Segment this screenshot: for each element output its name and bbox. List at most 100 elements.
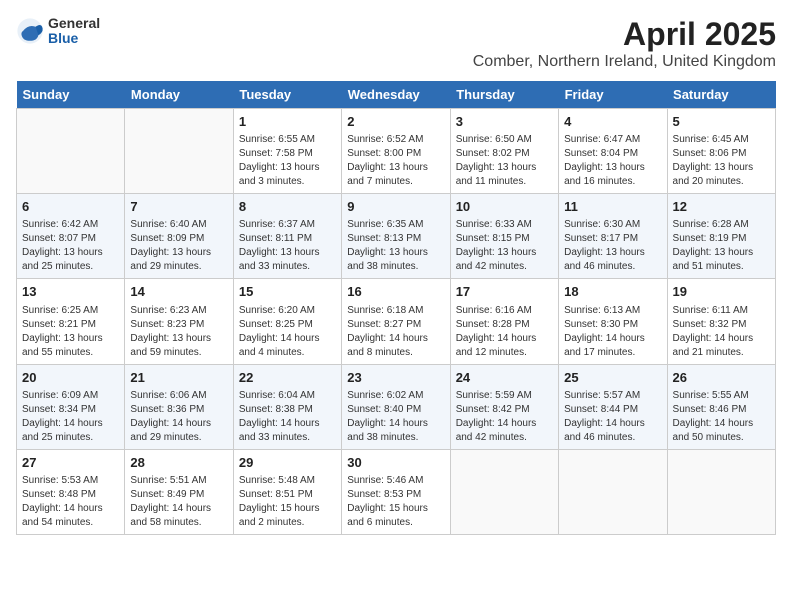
day-number: 24 xyxy=(456,369,553,387)
calendar-cell: 3 Sunrise: 6:50 AMSunset: 8:02 PMDaylight… xyxy=(450,109,558,194)
calendar-cell xyxy=(17,109,125,194)
logo: General Blue xyxy=(16,16,100,47)
calendar-body: 1 Sunrise: 6:55 AMSunset: 7:58 PMDaylight… xyxy=(17,109,776,535)
calendar-cell: 5Sunrise: 6:45 AMSunset: 8:06 PMDaylight… xyxy=(667,109,775,194)
calendar-cell: 11Sunrise: 6:30 AMSunset: 8:17 PMDayligh… xyxy=(559,194,667,279)
day-info: Sunrise: 6:35 AMSunset: 8:13 PMDaylight:… xyxy=(347,218,444,274)
calendar-header: SundayMondayTuesdayWednesdayThursdayFrid… xyxy=(17,81,776,109)
day-info: Sunrise: 6:02 AMSunset: 8:40 PMDaylight:… xyxy=(347,389,444,445)
header-cell-thursday: Thursday xyxy=(450,81,558,109)
day-number: 23 xyxy=(347,369,444,387)
calendar-cell: 10Sunrise: 6:33 AMSunset: 8:15 PMDayligh… xyxy=(450,194,558,279)
day-number: 26 xyxy=(673,369,770,387)
day-number: 3 xyxy=(456,113,553,131)
calendar-cell xyxy=(125,109,233,194)
day-number: 18 xyxy=(564,283,661,301)
calendar-cell: 6 Sunrise: 6:42 AMSunset: 8:07 PMDaylight… xyxy=(17,194,125,279)
page-header: General Blue April 2025 Comber, Northern… xyxy=(16,16,776,71)
calendar-cell: 12Sunrise: 6:28 AMSunset: 8:19 PMDayligh… xyxy=(667,194,775,279)
day-info: Sunrise: 6:33 AMSunset: 8:15 PMDaylight:… xyxy=(456,218,553,274)
day-number: 5 xyxy=(673,113,770,131)
calendar-cell xyxy=(559,449,667,534)
calendar-cell: 23 Sunrise: 6:02 AMSunset: 8:40 PMDayligh… xyxy=(342,364,450,449)
day-info: Sunrise: 6:16 AMSunset: 8:28 PMDaylight:… xyxy=(456,304,553,360)
day-info: Sunrise: 6:37 AMSunset: 8:11 PMDaylight:… xyxy=(239,218,336,274)
day-number: 19 xyxy=(673,283,770,301)
day-number: 29 xyxy=(239,454,336,472)
calendar-cell: 17 Sunrise: 6:16 AMSunset: 8:28 PMDayligh… xyxy=(450,279,558,364)
day-number: 20 xyxy=(22,369,119,387)
calendar-cell: 22 Sunrise: 6:04 AMSunset: 8:38 PMDayligh… xyxy=(233,364,341,449)
calendar-cell: 27Sunrise: 5:53 AMSunset: 8:48 PMDayligh… xyxy=(17,449,125,534)
logo-icon xyxy=(16,17,44,45)
day-info: Sunrise: 6:30 AMSunset: 8:17 PMDaylight:… xyxy=(564,218,661,274)
day-number: 27 xyxy=(22,454,119,472)
calendar-cell: 28Sunrise: 5:51 AMSunset: 8:49 PMDayligh… xyxy=(125,449,233,534)
day-number: 13 xyxy=(22,283,119,301)
day-number: 22 xyxy=(239,369,336,387)
day-info: Sunrise: 6:18 AMSunset: 8:27 PMDaylight:… xyxy=(347,304,444,360)
logo-blue-text: Blue xyxy=(48,31,100,46)
day-info: Sunrise: 6:11 AMSunset: 8:32 PMDaylight:… xyxy=(673,304,770,360)
calendar-cell: 30 Sunrise: 5:46 AMSunset: 8:53 PMDayligh… xyxy=(342,449,450,534)
day-number: 9 xyxy=(347,198,444,216)
day-info: Sunrise: 6:13 AMSunset: 8:30 PMDaylight:… xyxy=(564,304,661,360)
calendar-cell: 15Sunrise: 6:20 AMSunset: 8:25 PMDayligh… xyxy=(233,279,341,364)
day-number: 8 xyxy=(239,198,336,216)
page-subtitle: Comber, Northern Ireland, United Kingdom xyxy=(473,53,776,71)
day-info: Sunrise: 5:57 AMSunset: 8:44 PMDaylight:… xyxy=(564,389,661,445)
day-info: Sunrise: 5:46 AMSunset: 8:53 PMDaylight:… xyxy=(347,474,444,530)
logo-text: General Blue xyxy=(48,16,100,47)
calendar-cell: 7 Sunrise: 6:40 AMSunset: 8:09 PMDaylight… xyxy=(125,194,233,279)
page-title: April 2025 xyxy=(473,16,776,53)
header-cell-monday: Monday xyxy=(125,81,233,109)
day-info: Sunrise: 6:40 AMSunset: 8:09 PMDaylight:… xyxy=(130,218,227,274)
day-number: 28 xyxy=(130,454,227,472)
day-number: 25 xyxy=(564,369,661,387)
calendar-cell: 24 Sunrise: 5:59 AMSunset: 8:42 PMDayligh… xyxy=(450,364,558,449)
day-info: Sunrise: 6:25 AMSunset: 8:21 PMDaylight:… xyxy=(22,304,119,360)
day-info: Sunrise: 6:28 AMSunset: 8:19 PMDaylight:… xyxy=(673,218,770,274)
day-info: Sunrise: 6:09 AMSunset: 8:34 PMDaylight:… xyxy=(22,389,119,445)
day-number: 2 xyxy=(347,113,444,131)
calendar-cell: 1 Sunrise: 6:55 AMSunset: 7:58 PMDaylight… xyxy=(233,109,341,194)
day-info: Sunrise: 5:48 AMSunset: 8:51 PMDaylight:… xyxy=(239,474,336,530)
day-info: Sunrise: 6:52 AMSunset: 8:00 PMDaylight:… xyxy=(347,133,444,189)
day-number: 30 xyxy=(347,454,444,472)
day-info: Sunrise: 6:04 AMSunset: 8:38 PMDaylight:… xyxy=(239,389,336,445)
day-number: 16 xyxy=(347,283,444,301)
day-number: 15 xyxy=(239,283,336,301)
day-number: 14 xyxy=(130,283,227,301)
calendar-week-3: 13 Sunrise: 6:25 AMSunset: 8:21 PMDayligh… xyxy=(17,279,776,364)
day-number: 1 xyxy=(239,113,336,131)
header-cell-friday: Friday xyxy=(559,81,667,109)
header-cell-wednesday: Wednesday xyxy=(342,81,450,109)
day-info: Sunrise: 6:06 AMSunset: 8:36 PMDaylight:… xyxy=(130,389,227,445)
calendar-cell: 29 Sunrise: 5:48 AMSunset: 8:51 PMDayligh… xyxy=(233,449,341,534)
day-number: 7 xyxy=(130,198,227,216)
calendar-cell: 18 Sunrise: 6:13 AMSunset: 8:30 PMDayligh… xyxy=(559,279,667,364)
calendar-cell: 19 Sunrise: 6:11 AMSunset: 8:32 PMDayligh… xyxy=(667,279,775,364)
day-info: Sunrise: 6:42 AMSunset: 8:07 PMDaylight:… xyxy=(22,218,119,274)
calendar-cell: 20 Sunrise: 6:09 AMSunset: 8:34 PMDayligh… xyxy=(17,364,125,449)
calendar-cell: 25 Sunrise: 5:57 AMSunset: 8:44 PMDayligh… xyxy=(559,364,667,449)
calendar-week-1: 1 Sunrise: 6:55 AMSunset: 7:58 PMDaylight… xyxy=(17,109,776,194)
day-number: 17 xyxy=(456,283,553,301)
day-info: Sunrise: 6:50 AMSunset: 8:02 PMDaylight:… xyxy=(456,133,553,189)
calendar-week-2: 6 Sunrise: 6:42 AMSunset: 8:07 PMDaylight… xyxy=(17,194,776,279)
calendar-cell: 14 Sunrise: 6:23 AMSunset: 8:23 PMDayligh… xyxy=(125,279,233,364)
day-info: Sunrise: 6:23 AMSunset: 8:23 PMDaylight:… xyxy=(130,304,227,360)
calendar-cell xyxy=(667,449,775,534)
day-number: 6 xyxy=(22,198,119,216)
day-info: Sunrise: 6:55 AMSunset: 7:58 PMDaylight:… xyxy=(239,133,336,189)
day-info: Sunrise: 5:59 AMSunset: 8:42 PMDaylight:… xyxy=(456,389,553,445)
calendar-table: SundayMondayTuesdayWednesdayThursdayFrid… xyxy=(16,81,776,535)
logo-general-text: General xyxy=(48,16,100,31)
calendar-cell: 13 Sunrise: 6:25 AMSunset: 8:21 PMDayligh… xyxy=(17,279,125,364)
calendar-week-5: 27Sunrise: 5:53 AMSunset: 8:48 PMDayligh… xyxy=(17,449,776,534)
calendar-cell: 2 Sunrise: 6:52 AMSunset: 8:00 PMDaylight… xyxy=(342,109,450,194)
day-info: Sunrise: 5:55 AMSunset: 8:46 PMDaylight:… xyxy=(673,389,770,445)
title-area: April 2025 Comber, Northern Ireland, Uni… xyxy=(473,16,776,71)
day-number: 4 xyxy=(564,113,661,131)
day-number: 21 xyxy=(130,369,227,387)
